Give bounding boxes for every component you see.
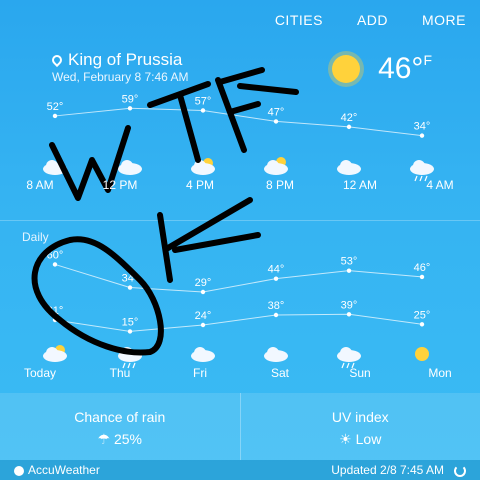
hourly-temp-label: 52° [47,101,64,113]
daily-low-label: 15° [122,316,139,328]
hourly-temp-label: 47° [268,106,285,118]
partly-sunny-icon [191,158,215,175]
day-label: Sun [349,366,371,380]
daily-low-point [127,329,133,334]
hour-label: 12 PM [102,178,138,192]
chance-of-rain[interactable]: Chance of rain ☂ 25% [0,393,240,460]
rain-title: Chance of rain [74,409,166,425]
cloud-icon [118,160,142,175]
hourly-temp-point [127,106,133,111]
brand[interactable]: AccuWeather [28,463,100,477]
rain-value: 25% [113,431,142,447]
daily-days: Today Thu Fri Sat Sun Mon [0,366,480,380]
daily-high-point [127,285,133,290]
daily-low-point [346,312,352,317]
footer: AccuWeather Updated 2/8 7:45 AM [0,460,480,480]
daily-low-label: 39° [341,299,358,311]
hour-label: 12 AM [342,178,378,192]
day-label: Today [23,366,57,380]
hourly-temp-point [200,108,206,113]
cloud-icon [264,347,288,362]
daily-low-label: 24° [195,310,212,322]
daily-high-label: 29° [195,277,212,289]
hourly-temp-point [273,119,279,124]
daily-low-label: 38° [268,300,285,312]
uv-icon: ☀ [339,431,352,447]
handwritten-annotation [31,67,299,356]
hourly-times: 8 AM 12 PM 4 PM 8 PM 12 AM 4 AM [0,178,480,192]
day-label: Mon [428,366,452,380]
hourly-temp-point [419,133,425,138]
details-panel: Chance of rain ☂ 25% UV index ☀ Low [0,393,480,460]
hourly-temp-label: 34° [414,121,431,133]
daily-high-label: 44° [268,264,285,276]
daily-high-point [200,289,206,295]
uv-title: UV index [331,409,389,425]
umbrella-icon: ☂ [97,431,111,447]
daily-high-label: 53° [341,256,358,268]
cloud-icon [337,160,361,175]
daily-low-point [273,312,279,318]
daily-low-point [419,322,425,327]
uv-index[interactable]: UV index ☀ Low [239,393,480,460]
hour-label: 4 PM [185,178,214,192]
rain-icon [337,347,361,369]
partly-sunny-icon [43,345,67,362]
updated-time: Updated 2/8 7:45 AM [331,463,444,477]
refresh-icon[interactable] [454,464,466,477]
daily-low-point [200,322,206,328]
day-label: Thu [109,366,131,380]
daily-high-label: 46° [414,262,431,274]
daily-high-point [346,268,352,273]
day-label: Sat [270,366,289,380]
hour-label: 8 AM [26,178,54,192]
uv-value: Low [355,431,382,447]
sun-icon [415,347,429,361]
hour-label: 8 PM [265,178,294,192]
hour-label: 4 AM [426,178,454,192]
hourly-temp-point [52,113,58,119]
daily-high-point [52,262,58,267]
daily-low-line [54,313,423,332]
day-label: Fri [193,366,207,380]
cloud-icon [191,347,215,362]
daily-high-point [419,274,425,280]
hourly-temp-point [346,124,352,130]
daily-high-line [54,263,423,293]
daily-high-point [273,276,279,281]
hourly-temp-label: 57° [195,95,212,107]
daily-low-label: 25° [414,309,431,321]
accuweather-logo-icon [14,465,24,476]
hourly-temp-label: 59° [122,93,139,105]
moon-cloud-icon [264,157,288,175]
hourly-temp-label: 42° [341,112,358,124]
